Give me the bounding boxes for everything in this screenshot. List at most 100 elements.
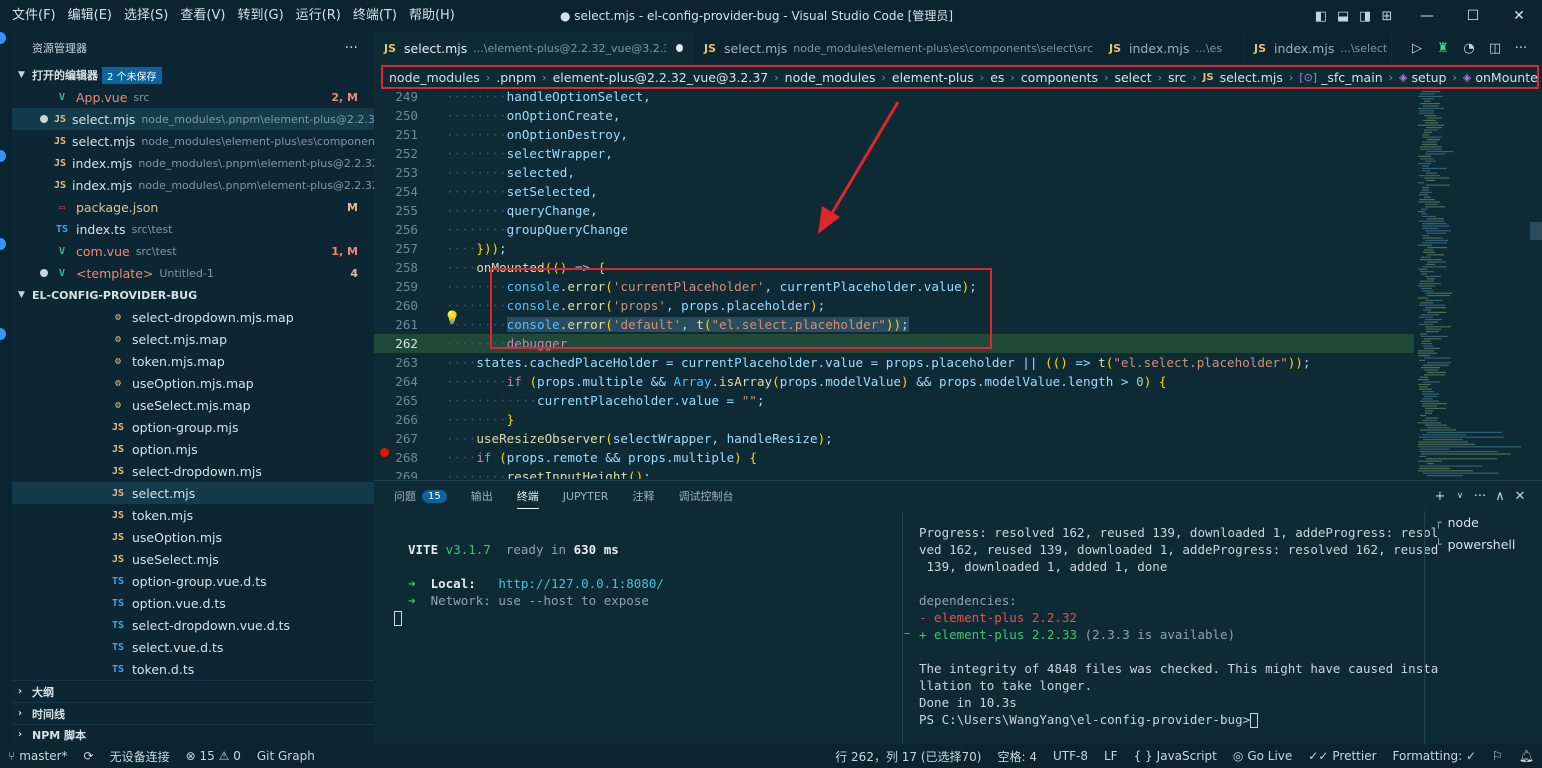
toggle-panel-icon[interactable]: ⬓ xyxy=(1332,0,1354,32)
file-tree-item[interactable]: TS option.vue.d.ts xyxy=(12,592,374,614)
file-tree-item[interactable]: JS useOption.mjs xyxy=(12,526,374,548)
npm-scripts-section[interactable]: › NPM 脚本 xyxy=(12,724,374,744)
notifications-icon[interactable]: 🔔︎ xyxy=(1511,749,1542,763)
tab-comments[interactable]: 注释 xyxy=(632,481,654,511)
split-handle-icon[interactable]: – xyxy=(904,626,910,640)
file-tree-item[interactable]: JS option-group.mjs xyxy=(12,416,374,438)
open-editor-item[interactable]: JS index.mjs node_modules\.pnpm\element-… xyxy=(12,174,374,196)
code-line[interactable]: 267 ····useResizeObserver(selectWrapper, … xyxy=(374,429,1414,448)
minimize-button[interactable]: — xyxy=(1404,0,1450,32)
tab-select-mjs-pnpm[interactable]: JS select.mjs ...\element-plus@2.2.32_vu… xyxy=(374,32,694,64)
maximize-button[interactable]: ☐ xyxy=(1450,0,1496,32)
tab-jupyter[interactable]: JUPYTER xyxy=(563,481,609,511)
menu-run[interactable]: 运行(R) xyxy=(290,0,347,32)
menu-help[interactable]: 帮助(H) xyxy=(403,0,461,32)
open-editor-item[interactable]: JS select.mjs node_modules\element-plus\… xyxy=(12,130,374,152)
close-button[interactable]: ✕ xyxy=(1496,0,1542,32)
breadcrumb-symbol[interactable]: onMounted() callback xyxy=(1475,70,1537,85)
close-panel-icon[interactable]: ✕ xyxy=(1510,480,1530,512)
status-indentation[interactable]: 空格: 4 xyxy=(990,748,1046,765)
tab-select-mjs-es[interactable]: JS select.mjs node_modules\element-plus\… xyxy=(694,32,1099,64)
status-git-graph[interactable]: Git Graph xyxy=(249,749,323,763)
breadcrumb-item[interactable]: element-plus@2.2.32_vue@3.2.37 xyxy=(553,70,769,85)
file-tree-item[interactable]: JS select.mjs xyxy=(12,482,374,504)
breadcrumb-item[interactable]: components xyxy=(1021,70,1098,85)
file-tree-item[interactable]: JS useSelect.mjs xyxy=(12,548,374,570)
tab-terminal[interactable]: 终端 xyxy=(516,481,539,511)
outline-section[interactable]: › 大纲 xyxy=(12,680,374,702)
chevron-down-icon[interactable]: ∨ xyxy=(1450,480,1470,512)
unsaved-dot-icon[interactable] xyxy=(40,115,48,123)
color-palette-icon[interactable]: ◔ xyxy=(1456,32,1482,64)
open-editor-item[interactable]: JS index.mjs node_modules\.pnpm\element-… xyxy=(12,152,374,174)
more-actions-icon[interactable]: ··· xyxy=(1508,32,1534,64)
editor-scrollbar[interactable] xyxy=(1530,222,1542,240)
status-branch[interactable]: ⑂ master* xyxy=(0,749,76,763)
run-icon[interactable]: ▷ xyxy=(1404,32,1430,64)
menu-terminal[interactable]: 终端(T) xyxy=(347,0,403,32)
toggle-secondary-sidebar-icon[interactable]: ◨ xyxy=(1354,0,1376,32)
status-cursor-position[interactable]: 行 262，列 17 (已选择70) xyxy=(827,748,989,765)
toggle-sidebar-icon[interactable]: ◧ xyxy=(1310,0,1332,32)
terminal-list-item-powershell[interactable]: └ powershell xyxy=(1425,533,1542,555)
status-problems[interactable]: ⊗ 15 ⚠ 0 xyxy=(178,749,249,763)
file-tree-item[interactable]: JS select-dropdown.mjs xyxy=(12,460,374,482)
more-actions-icon[interactable]: ··· xyxy=(1470,480,1490,512)
breadcrumb-item[interactable]: element-plus xyxy=(892,70,974,85)
code-line[interactable]: 257 ····})); xyxy=(374,239,1414,258)
open-editor-item[interactable]: ▭ package.json M xyxy=(12,196,374,218)
terminal-list-item-node[interactable]: ┌ node xyxy=(1425,511,1542,533)
file-tree-item[interactable]: JS token.mjs xyxy=(12,504,374,526)
code-line[interactable]: 265 ············currentPlaceholder.value … xyxy=(374,391,1414,410)
sync-icon[interactable]: ⟳ xyxy=(76,749,102,763)
file-tree-item[interactable]: TS option-group.vue.d.ts xyxy=(12,570,374,592)
tab-problems[interactable]: 问题 15 xyxy=(394,481,447,511)
breadcrumb-file[interactable]: select.mjs xyxy=(1220,70,1283,85)
customize-layout-icon[interactable]: ⊞ xyxy=(1376,0,1398,32)
unsaved-dot-icon[interactable] xyxy=(40,269,48,277)
breadcrumb-item[interactable]: src xyxy=(1168,70,1186,85)
terminal-prompt-line[interactable]: PS C:\Users\WangYang\el-config-provider-… xyxy=(919,711,1259,728)
file-tree-item[interactable]: ⚙ useSelect.mjs.map xyxy=(12,394,374,416)
status-eol[interactable]: LF xyxy=(1096,749,1126,763)
project-header[interactable]: ▼ EL-CONFIG-PROVIDER-BUG xyxy=(12,284,374,306)
tab-output[interactable]: 输出 xyxy=(471,481,493,511)
feedback-icon[interactable]: ⚐ xyxy=(1484,749,1511,763)
menu-go[interactable]: 转到(G) xyxy=(231,0,289,32)
menu-view[interactable]: 查看(V) xyxy=(174,0,231,32)
code-line[interactable]: 268 ····if (props.remote && props.multipl… xyxy=(374,448,1414,467)
file-tree-item[interactable]: ⚙ select.mjs.map xyxy=(12,328,374,350)
minimap[interactable] xyxy=(1412,89,1530,479)
status-formatting[interactable]: Formatting: ✓ xyxy=(1385,749,1484,763)
file-tree-item[interactable]: ⚙ useOption.mjs.map xyxy=(12,372,374,394)
tab-index-mjs-select[interactable]: JS index.mjs ...\select xyxy=(1244,32,1392,64)
status-encoding[interactable]: UTF-8 xyxy=(1045,749,1096,763)
open-editor-item[interactable]: V com.vue src\test 1, M xyxy=(12,240,374,262)
tab-index-mjs-es[interactable]: JS index.mjs ...\es xyxy=(1099,32,1244,64)
breadcrumb-item[interactable]: es xyxy=(990,70,1004,85)
android-icon[interactable]: ♜ xyxy=(1430,32,1456,64)
more-actions-icon[interactable]: ··· xyxy=(345,40,358,56)
file-tree-item[interactable]: TS token.d.ts xyxy=(12,658,374,680)
timeline-section[interactable]: › 时间线 xyxy=(12,702,374,724)
breadcrumb-symbol[interactable]: setup xyxy=(1412,70,1447,85)
breakpoint-icon[interactable] xyxy=(380,448,389,457)
file-tree-item[interactable]: JS option.mjs xyxy=(12,438,374,460)
open-editor-item[interactable]: JS select.mjs node_modules\.pnpm\element… xyxy=(12,108,374,130)
lightbulb-icon[interactable]: 💡 xyxy=(444,311,460,326)
file-tree-item[interactable]: ⚙ select-dropdown.mjs.map xyxy=(12,306,374,328)
open-editors-header[interactable]: ▼ 打开的编辑器 2 个未保存 xyxy=(12,64,374,86)
breadcrumb-item[interactable]: node_modules xyxy=(389,70,480,85)
status-language[interactable]: { } JavaScript xyxy=(1126,749,1225,763)
file-tree-item[interactable]: TS select.vue.d.ts xyxy=(12,636,374,658)
code-line[interactable]: 266 ········} xyxy=(374,410,1414,429)
menu-edit[interactable]: 编辑(E) xyxy=(62,0,118,32)
status-connection[interactable]: 无设备连接 xyxy=(102,748,178,765)
file-tree-item[interactable]: TS select-dropdown.vue.d.ts xyxy=(12,614,374,636)
breadcrumb-item[interactable]: select xyxy=(1114,70,1151,85)
open-editor-item[interactable]: V App.vue src 2, M xyxy=(12,86,374,108)
file-tree-item[interactable]: ⚙ token.mjs.map xyxy=(12,350,374,372)
open-editor-item[interactable]: TS index.ts src\test xyxy=(12,218,374,240)
open-editor-item[interactable]: V <template> Untitled-1 4 xyxy=(12,262,374,284)
breadcrumb-symbol[interactable]: _sfc_main xyxy=(1321,70,1383,85)
